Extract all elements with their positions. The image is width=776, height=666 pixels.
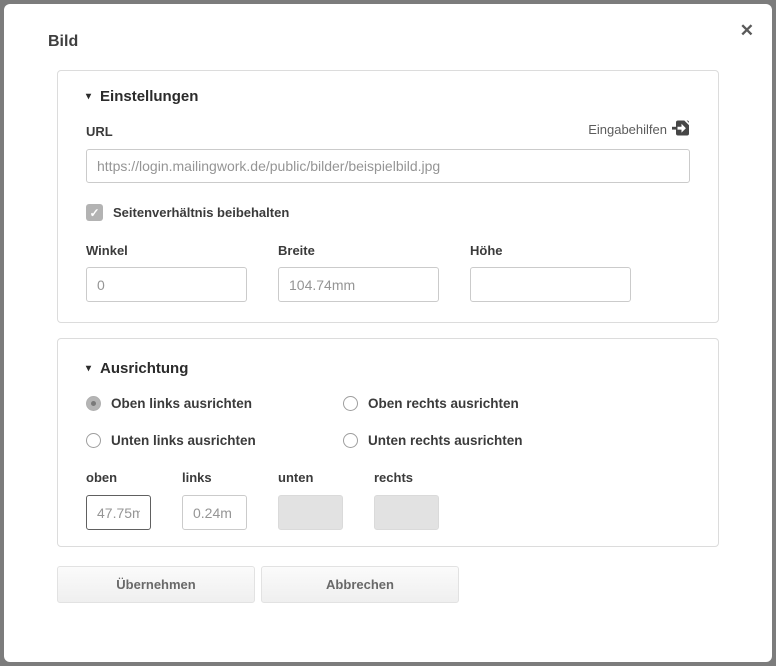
oben-label: oben — [86, 470, 151, 485]
eingabehilfen-icon — [672, 120, 690, 139]
url-input[interactable] — [86, 149, 690, 183]
ausrichtung-header-label: Ausrichtung — [100, 359, 188, 379]
checkbox-checked-icon[interactable]: ✓ — [86, 204, 103, 221]
radio-oben-rechts[interactable]: Oben rechts ausrichten — [343, 396, 690, 411]
url-label: URL — [86, 124, 113, 139]
oben-input[interactable] — [86, 495, 151, 530]
rechts-label: rechts — [374, 470, 439, 485]
rechts-field: rechts — [374, 470, 439, 530]
url-row: URL Eingabehilfen — [86, 120, 690, 139]
radio-unten-rechts-label: Unten rechts ausrichten — [368, 433, 523, 448]
ausrichtung-collapse-header[interactable]: ▾ Ausrichtung — [86, 359, 690, 379]
breite-field: Breite — [278, 243, 439, 302]
breite-input[interactable] — [278, 267, 439, 302]
aspect-ratio-label: Seitenverhältnis beibehalten — [113, 205, 289, 220]
links-label: links — [182, 470, 247, 485]
radio-unten-links-label: Unten links ausrichten — [111, 433, 256, 448]
eingabehilfen-link[interactable]: Eingabehilfen — [588, 120, 690, 139]
radio-unselected-icon[interactable] — [343, 396, 358, 411]
links-field: links — [182, 470, 247, 530]
offset-fields: oben links unten rechts — [86, 470, 690, 530]
radio-oben-rechts-label: Oben rechts ausrichten — [368, 396, 519, 411]
aspect-ratio-checkbox-row[interactable]: ✓ Seitenverhältnis beibehalten — [86, 204, 690, 221]
breite-label: Breite — [278, 243, 439, 258]
winkel-label: Winkel — [86, 243, 247, 258]
radio-selected-icon[interactable] — [86, 396, 101, 411]
oben-field: oben — [86, 470, 151, 530]
radio-oben-links-label: Oben links ausrichten — [111, 396, 252, 411]
unten-field: unten — [278, 470, 343, 530]
radio-unten-links[interactable]: Unten links ausrichten — [86, 433, 343, 448]
alignment-radio-group: Oben links ausrichten Oben rechts ausric… — [86, 396, 690, 448]
dimension-fields: Winkel Breite Höhe — [86, 243, 690, 302]
section-einstellungen: ▾ Einstellungen URL Eingabehilfen — [57, 70, 719, 323]
dialog-footer: Übernehmen Abbrechen — [57, 566, 719, 603]
einstellungen-collapse-header[interactable]: ▾ Einstellungen — [86, 87, 690, 107]
radio-unselected-icon[interactable] — [343, 433, 358, 448]
apply-button[interactable]: Übernehmen — [57, 566, 255, 603]
hoehe-input[interactable] — [470, 267, 631, 302]
eingabehilfen-label: Eingabehilfen — [588, 122, 667, 137]
dialog-content: ▾ Einstellungen URL Eingabehilfen — [4, 4, 772, 547]
radio-unten-rechts[interactable]: Unten rechts ausrichten — [343, 433, 690, 448]
rechts-input — [374, 495, 439, 530]
winkel-input[interactable] — [86, 267, 247, 302]
bild-dialog: Bild ✕ ▾ Einstellungen URL Eingabehilfen — [4, 4, 772, 662]
close-icon[interactable]: ✕ — [740, 22, 754, 39]
radio-unselected-icon[interactable] — [86, 433, 101, 448]
hoehe-label: Höhe — [470, 243, 631, 258]
einstellungen-header-label: Einstellungen — [100, 87, 198, 107]
hoehe-field: Höhe — [470, 243, 631, 302]
links-input[interactable] — [182, 495, 247, 530]
section-ausrichtung: ▾ Ausrichtung Oben links ausrichten Oben… — [57, 338, 719, 547]
radio-oben-links[interactable]: Oben links ausrichten — [86, 396, 343, 411]
dialog-title: Bild — [48, 33, 78, 51]
unten-input — [278, 495, 343, 530]
winkel-field: Winkel — [86, 243, 247, 302]
cancel-button[interactable]: Abbrechen — [261, 566, 459, 603]
caret-down-icon: ▾ — [86, 87, 91, 107]
caret-down-icon: ▾ — [86, 359, 91, 379]
unten-label: unten — [278, 470, 343, 485]
